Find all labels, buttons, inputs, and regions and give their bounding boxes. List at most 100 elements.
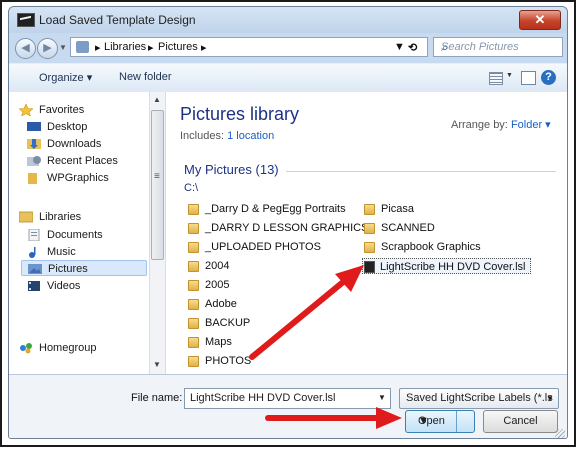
dialog-footer: File name: LightScribe HH DVD Cover.lsl … [9,374,567,438]
folder-name: _Darry D & PegEgg Portraits [205,203,346,215]
close-button[interactable]: ✕ [519,10,561,30]
library-title: Pictures library [180,104,300,124]
group-path: C:\ [184,182,199,194]
sidebar-item-label: Libraries [39,211,82,223]
preview-pane-icon[interactable] [521,71,536,85]
sidebar-item-homegroup[interactable]: Homegroup [19,340,96,356]
sidebar-item-label: Favorites [39,104,85,116]
filename-input[interactable]: LightScribe HH DVD Cover.lsl [184,388,391,409]
sidebar-item-label: Videos [47,280,81,292]
folder-item[interactable]: BACKUP [188,315,250,331]
navigation-pane-scrollbar[interactable]: ▲ ▼ [149,92,166,374]
lightscribe-app-icon [17,13,35,27]
folder-name: Scrapbook Graphics [381,241,481,253]
sidebar-item-label: Pictures [48,263,88,275]
recent-locations-dropdown[interactable]: ▼ [59,43,67,52]
pictures-library-icon [76,41,89,53]
group-divider [286,171,556,172]
sidebar-item-label: Music [47,246,76,258]
folder-name: 2005 [205,279,230,291]
folder-icon [188,318,199,329]
downloads-icon [27,138,41,150]
sidebar-item-desktop[interactable]: Desktop [27,119,87,135]
sidebar-item-wpgraphics[interactable]: WPGraphics [27,170,109,186]
folder-icon [364,242,375,253]
breadcrumb-separator[interactable]: ▸ [95,41,101,54]
pictures-icon [28,263,42,275]
folder-item[interactable]: _Darry D & PegEgg Portraits [188,201,346,217]
breadcrumb-libraries[interactable]: Libraries [104,41,146,53]
window-title: Load Saved Template Design [39,13,196,27]
screenshot-frame: Load Saved Template Design ✕ ◀ ▶ ▼ ▸ Lib… [0,0,576,447]
sidebar-item-pictures[interactable]: Pictures [21,260,147,276]
folder-name: PHOTOS [205,355,252,367]
music-icon [27,246,41,258]
folder-name: Picasa [381,203,415,215]
sidebar-item-music[interactable]: Music [27,244,76,260]
filename-label: File name: [131,392,183,404]
documents-icon [27,228,41,242]
search-icon[interactable]: ⌕ [441,40,557,55]
folder-name: 2004 [205,260,230,272]
folder-icon [188,242,199,253]
filename-value: LightScribe HH DVD Cover.lsl [190,392,336,404]
organize-menu[interactable]: Organize ▾ [39,71,92,84]
selected-file-item[interactable]: LightScribe HH DVD Cover.lsl [362,258,531,274]
refresh-icon[interactable]: ⟲ [408,41,417,54]
folder-item[interactable]: _UPLOADED PHOTOS [188,239,321,255]
arrange-by-dropdown[interactable]: Folder ▾ [511,119,551,131]
filetype-select[interactable]: Saved LightScribe Labels (*.ls ▼ [399,388,559,409]
sidebar-item-favorites[interactable]: Favorites [18,102,85,118]
filetype-dropdown-icon[interactable]: ▼ [546,394,554,403]
forward-button[interactable]: ▶ [37,38,58,59]
address-dropdown-icon[interactable]: ▼ [394,41,405,53]
arrange-by: Arrange by: Folder ▾ [451,118,551,131]
open-options-dropdown-icon[interactable]: ▼ [418,415,429,427]
folder-item[interactable]: Maps [188,334,232,350]
folder-icon [188,223,199,234]
breadcrumb-separator[interactable]: ▸ [148,41,154,54]
cancel-button[interactable]: Cancel [483,410,558,433]
help-icon[interactable]: ? [541,70,556,85]
load-template-dialog: Load Saved Template Design ✕ ◀ ▶ ▼ ▸ Lib… [8,6,568,439]
breadcrumb-separator[interactable]: ▸ [201,41,207,54]
folder-item[interactable]: Scrapbook Graphics [364,239,481,255]
folder-item[interactable]: 2005 [188,277,229,293]
new-folder-button[interactable]: New folder [119,71,172,83]
open-button[interactable]: Open ▼ [405,410,475,433]
navigation-pane: Favorites Desktop Downloads Recent Place… [9,92,149,374]
libraries-icon [18,211,34,223]
open-button-divider [456,411,457,432]
back-button[interactable]: ◀ [15,38,36,59]
resize-grip[interactable] [555,429,565,438]
sidebar-item-libraries[interactable]: Libraries [18,209,82,225]
sidebar-item-recent-places[interactable]: Recent Places [27,153,118,169]
breadcrumb-pictures[interactable]: Pictures [158,41,198,53]
address-bar[interactable]: ▸ Libraries ▸ Pictures ▸ ▼ ⟲ [70,37,428,57]
search-input[interactable]: Search Pictures ⌕ [433,37,563,57]
sidebar-item-downloads[interactable]: Downloads [27,136,101,152]
folder-item[interactable]: _DARRY D LESSON GRAPHICS [188,220,368,236]
change-view-icon[interactable] [489,72,503,85]
folder-item[interactable]: Adobe [188,296,237,312]
sidebar-item-videos[interactable]: Videos [27,278,80,294]
folder-item[interactable]: PHOTOS [188,353,251,369]
scrollbar-thumb[interactable] [151,110,164,260]
scroll-up-icon[interactable]: ▲ [153,95,161,104]
filename-dropdown-icon[interactable]: ▼ [378,393,386,402]
sidebar-item-documents[interactable]: Documents [27,227,103,243]
group-header: My Pictures (13) [184,162,279,177]
locations-link[interactable]: 1 location [227,130,274,142]
scroll-down-icon[interactable]: ▼ [153,360,161,369]
folder-item[interactable]: 2004 [188,258,229,274]
folder-icon [188,356,199,367]
folder-icon [188,337,199,348]
folder-item[interactable]: SCANNED [364,220,435,236]
folder-name: BACKUP [205,317,251,329]
folder-icon [364,223,375,234]
folder-icon [188,261,199,272]
folder-item[interactable]: Picasa [364,201,414,217]
view-dropdown-icon[interactable]: ▼ [506,72,513,79]
navigation-row: ◀ ▶ ▼ ▸ Libraries ▸ Pictures ▸ ▼ ⟲ Searc… [15,36,563,60]
content-area: Favorites Desktop Downloads Recent Place… [9,92,567,374]
